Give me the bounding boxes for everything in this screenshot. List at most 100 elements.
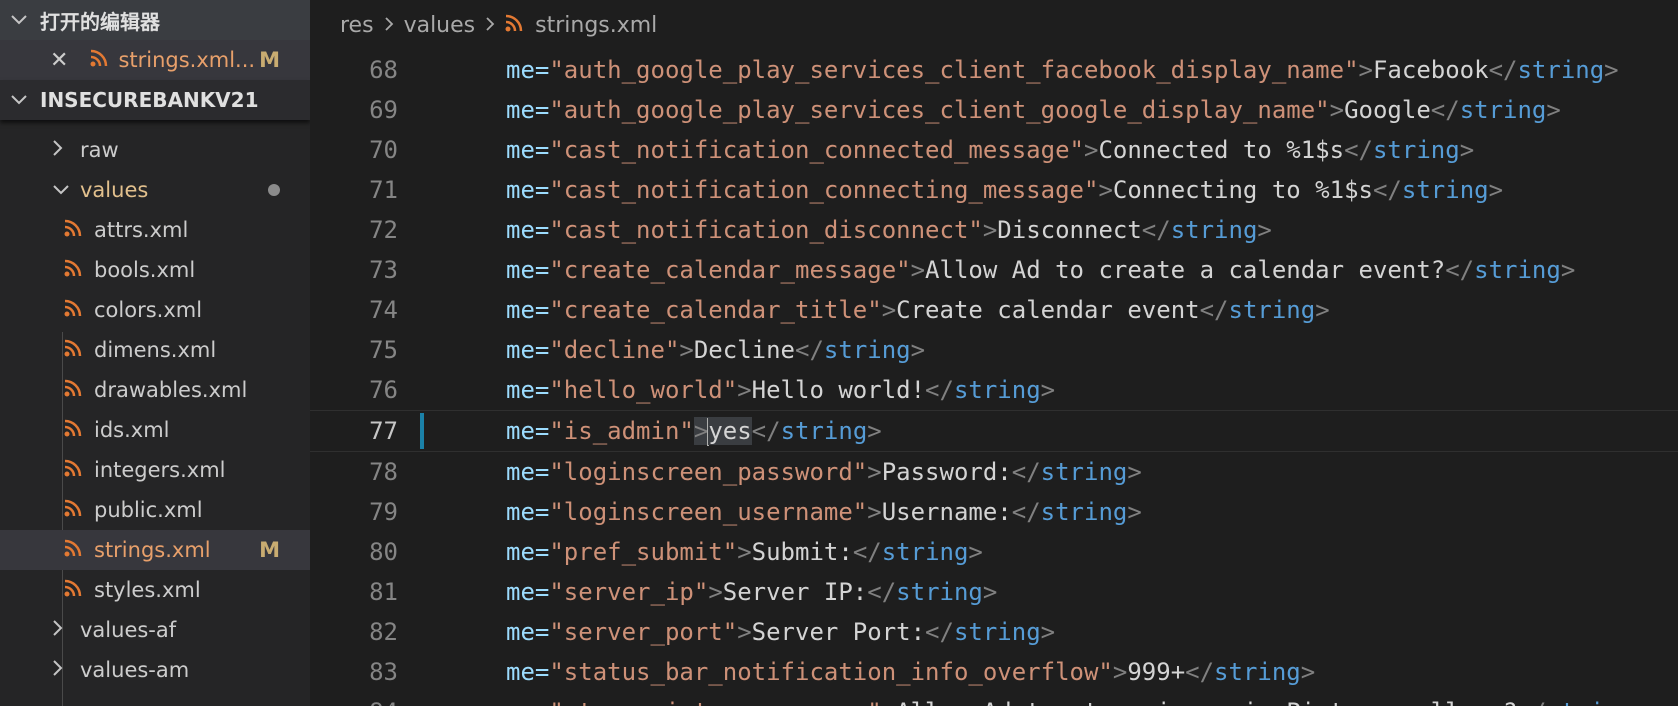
open-editor-strings[interactable]: ✕ strings.xml... M bbox=[0, 40, 310, 80]
code-area[interactable]: 68 me="auth_google_play_services_client_f… bbox=[310, 50, 1678, 706]
breadcrumb-res[interactable]: res bbox=[340, 13, 374, 38]
tree-file[interactable]: drawables.xml bbox=[0, 370, 310, 410]
project-title: INSECUREBANKV21 bbox=[40, 88, 259, 112]
tree-file[interactable]: colors.xml bbox=[0, 290, 310, 330]
code-line[interactable]: 80 me="pref_submit">Submit:</string> bbox=[310, 532, 1678, 572]
attr-value: "cast_notification_disconnect" bbox=[549, 216, 983, 244]
tag-bracket: > bbox=[1098, 176, 1113, 204]
tag-bracket: > bbox=[708, 578, 723, 606]
gutter bbox=[398, 90, 506, 130]
tree-file[interactable]: public.xml bbox=[0, 490, 310, 530]
code-line[interactable]: 69 me="auth_google_play_services_client_g… bbox=[310, 90, 1678, 130]
breadcrumb-values[interactable]: values bbox=[404, 13, 476, 38]
code-line[interactable]: 82 me="server_port">Server Port:</string> bbox=[310, 612, 1678, 652]
code-line[interactable]: 77 me="is_admin">yes</string> bbox=[310, 410, 1678, 452]
code-line[interactable]: 68 me="auth_google_play_services_client_f… bbox=[310, 50, 1678, 90]
tree-file[interactable]: integers.xml bbox=[0, 450, 310, 490]
code-line[interactable]: 78 me="loginscreen_password">Password:</s… bbox=[310, 452, 1678, 492]
tree-item-label: styles.xml bbox=[94, 578, 201, 602]
attr-name: me= bbox=[506, 56, 550, 84]
close-tag: </string> bbox=[1141, 216, 1272, 244]
close-tag: </string> bbox=[1185, 658, 1316, 686]
rss-icon bbox=[505, 13, 523, 38]
code-line[interactable]: 83 me="status_bar_notification_info_overf… bbox=[310, 652, 1678, 692]
rss-icon bbox=[64, 338, 94, 362]
tree-file[interactable]: ids.xml bbox=[0, 410, 310, 450]
open-editors-header[interactable]: 打开的编辑器 bbox=[0, 0, 310, 40]
close-tag: </string> bbox=[1344, 136, 1475, 164]
attr-value: "decline" bbox=[549, 336, 680, 364]
gutter bbox=[398, 411, 506, 451]
rss-icon bbox=[90, 48, 108, 72]
code-line[interactable]: 74 me="create_calendar_title">Create cale… bbox=[310, 290, 1678, 330]
code-text: me="decline">Decline</string> bbox=[506, 336, 925, 364]
string-value: Decline bbox=[693, 336, 796, 364]
attr-name: me= bbox=[506, 376, 550, 404]
line-number: 78 bbox=[369, 458, 398, 486]
tag-bracket: > bbox=[1083, 136, 1099, 164]
attr-name: me= bbox=[506, 658, 550, 686]
line-number: 84 bbox=[310, 698, 398, 706]
gutter bbox=[398, 290, 506, 330]
tree-folder[interactable]: raw bbox=[0, 130, 310, 170]
tree-file[interactable]: strings.xml M bbox=[0, 530, 310, 570]
close-tag: </string> bbox=[925, 618, 1056, 646]
code-text: me="create_calendar_message">Allow Ad to… bbox=[506, 256, 1575, 284]
line-number: 73 bbox=[369, 256, 398, 284]
code-line[interactable]: 72 me="cast_notification_disconnect">Disc… bbox=[310, 210, 1678, 250]
close-tag: </string> bbox=[852, 538, 983, 566]
tag-bracket: > bbox=[867, 498, 882, 526]
tree-folder[interactable]: values-am bbox=[0, 650, 310, 690]
tree-file[interactable]: styles.xml bbox=[0, 570, 310, 610]
close-tag: </string> bbox=[925, 376, 1056, 404]
attr-value: "store_picture_message" bbox=[549, 698, 881, 706]
line-number: 81 bbox=[369, 578, 398, 606]
gutter bbox=[398, 452, 506, 492]
tag-bracket: > bbox=[737, 538, 752, 566]
tree-folder[interactable]: values-af bbox=[0, 610, 310, 650]
attr-value: "server_port" bbox=[549, 618, 738, 646]
close-tag: </string> bbox=[1488, 56, 1619, 84]
code-line[interactable]: 73 me="create_calendar_message">Allow Ad … bbox=[310, 250, 1678, 290]
code-line[interactable]: 84 me="store_picture_message">Allow Ad to… bbox=[310, 692, 1678, 706]
attr-name: me= bbox=[506, 296, 550, 324]
modified-gutter-bar bbox=[420, 413, 424, 449]
chevron-right-icon bbox=[52, 139, 80, 162]
code-line[interactable]: 70 me="cast_notification_connected_messag… bbox=[310, 130, 1678, 170]
close-tag: </string> bbox=[1199, 296, 1330, 324]
tag-bracket: > bbox=[1358, 56, 1373, 84]
attr-name: me= bbox=[506, 538, 550, 566]
rss-icon bbox=[64, 538, 94, 562]
tag-bracket: > bbox=[910, 256, 926, 284]
attr-value: "pref_submit" bbox=[549, 538, 738, 566]
attr-name: me= bbox=[506, 578, 550, 606]
tree-folder[interactable]: values bbox=[0, 170, 310, 210]
gutter bbox=[398, 370, 506, 410]
code-line[interactable]: 81 me="server_ip">Server IP:</string> bbox=[310, 572, 1678, 612]
close-tag: </string> bbox=[867, 578, 998, 606]
project-header[interactable]: INSECUREBANKV21 bbox=[0, 80, 310, 120]
code-line[interactable]: 79 me="loginscreen_username">Username:</s… bbox=[310, 492, 1678, 532]
code-line[interactable]: 75 me="decline">Decline</string> bbox=[310, 330, 1678, 370]
attr-name: me= bbox=[506, 256, 550, 284]
line-number: 75 bbox=[369, 336, 398, 364]
code-line[interactable]: 76 me="hello_world">Hello world!</string> bbox=[310, 370, 1678, 410]
gutter bbox=[398, 250, 506, 290]
breadcrumb-file[interactable]: strings.xml bbox=[535, 13, 657, 38]
code-text: me="pref_submit">Submit:</string> bbox=[506, 538, 983, 566]
rss-icon bbox=[64, 458, 94, 482]
tag-bracket: > bbox=[1329, 96, 1345, 124]
tree-file[interactable]: attrs.xml bbox=[0, 210, 310, 250]
attr-name: me= bbox=[506, 698, 549, 706]
string-value: Username: bbox=[881, 498, 1012, 526]
close-icon[interactable]: ✕ bbox=[50, 48, 68, 73]
tree-file[interactable]: bools.xml bbox=[0, 250, 310, 290]
tag-bracket: > bbox=[737, 376, 752, 404]
attr-value: "hello_world" bbox=[549, 376, 738, 404]
chevron-down-icon bbox=[52, 180, 80, 201]
attr-name: me= bbox=[506, 336, 550, 364]
code-line[interactable]: 71 me="cast_notification_connecting_messa… bbox=[310, 170, 1678, 210]
tree-file[interactable]: dimens.xml bbox=[0, 330, 310, 370]
attr-value: "create_calendar_message" bbox=[549, 256, 911, 284]
line-number: 74 bbox=[369, 296, 398, 324]
